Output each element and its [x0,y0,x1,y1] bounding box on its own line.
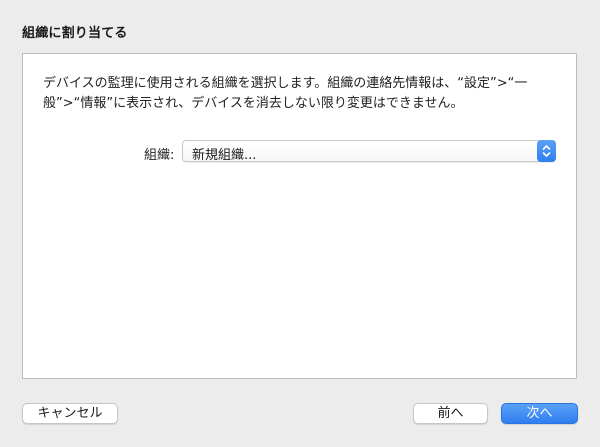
content-panel: デバイスの監理に使用される組織を選択します。組織の連絡先情報は、“設定”>“一般… [22,53,577,379]
back-button[interactable]: 前へ [413,403,488,424]
chevron-up-down-icon [537,140,556,162]
cancel-button[interactable]: キャンセル [22,403,118,424]
organization-row: 組織: 新規組織... [23,140,576,164]
description-text: デバイスの監理に使用される組織を選択します。組織の連絡先情報は、“設定”>“一般… [43,76,528,111]
next-button[interactable]: 次へ [501,403,578,424]
chevron-up-down-svg [542,145,551,157]
dialog-title: 組織に割り当てる [22,26,128,41]
organization-select-value: 新規組織... [192,148,257,163]
organization-label: 組織: [144,148,175,163]
organization-select[interactable]: 新規組織... [182,140,556,163]
